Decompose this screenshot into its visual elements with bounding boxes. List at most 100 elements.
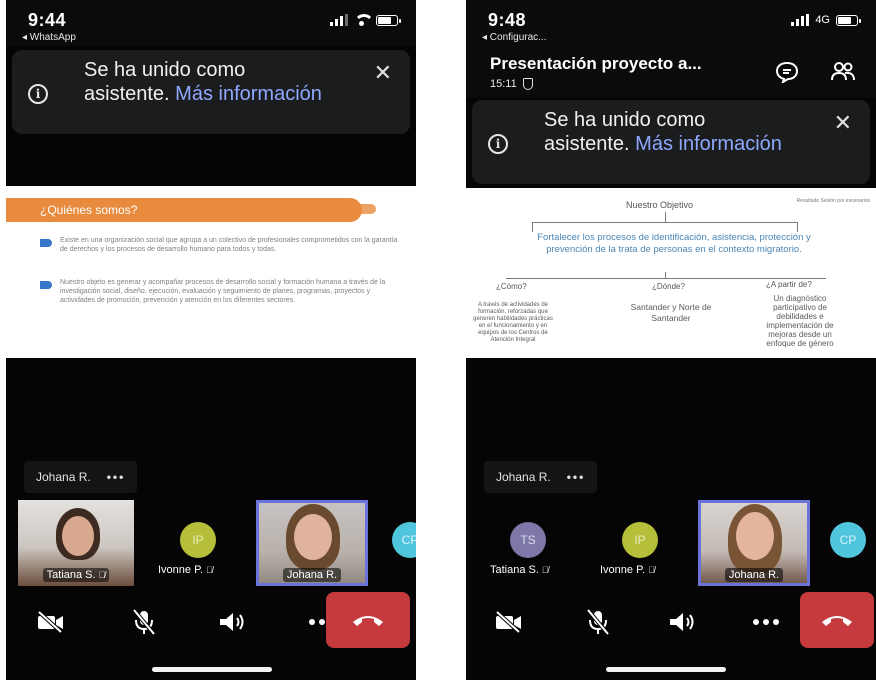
avatar-initials: IP xyxy=(192,533,204,547)
more-info-link[interactable]: Más información xyxy=(175,83,322,105)
participant-tile[interactable]: IP Ivonne P. 🎙̸ xyxy=(586,500,690,586)
attendee-notice: i Se ha unido como asistente. Más inform… xyxy=(12,50,410,134)
participant-tile[interactable]: TS Tatiana S. 🎙̸ xyxy=(476,500,580,586)
org-main-objective: Fortalecer los procesos de identificació… xyxy=(537,232,811,255)
mic-off-icon: 🎙̸ xyxy=(206,565,213,575)
mic-off-icon: 🎙̸ xyxy=(648,565,655,575)
signal-icon xyxy=(330,14,348,26)
org-answer: Santander y Norte de Santander xyxy=(630,302,712,323)
participant-name-text: Tatiana S. xyxy=(490,564,539,576)
bullet-text: Existe en una organización social que ag… xyxy=(60,237,398,253)
org-question: ¿Dónde? xyxy=(652,282,685,291)
phone-screen-right: 9:48 ◂ Configurac... 4G Presentación pro… xyxy=(466,0,876,680)
avatar: CP xyxy=(830,522,866,558)
meeting-title: Presentación proyecto a... xyxy=(490,54,702,73)
mic-off-icon[interactable] xyxy=(576,600,620,644)
back-to-app-link[interactable]: ◂ WhatsApp xyxy=(22,32,76,43)
meeting-timer: 15:11 xyxy=(490,78,533,90)
slide-bullet: Nuestro objeto es generar y acompañar pr… xyxy=(40,278,400,305)
participant-tile[interactable]: IP Ivonne P. 🎙̸ xyxy=(146,500,250,586)
attendee-notice: i Se ha unido como asistente. Más inform… xyxy=(472,100,870,184)
speaker-icon[interactable] xyxy=(210,600,254,644)
signal-icon xyxy=(791,14,810,26)
more-info-link[interactable]: Más información xyxy=(635,133,782,155)
org-answer: Un diagnóstico participativo de debilida… xyxy=(766,294,834,348)
org-connector xyxy=(532,222,533,232)
avatar: CP xyxy=(392,522,416,558)
status-icons xyxy=(330,14,401,26)
close-icon[interactable]: ✕ xyxy=(374,62,392,84)
hangup-icon xyxy=(353,616,383,626)
participant-tile[interactable]: Tatiana S. 🎙̸ xyxy=(18,500,134,586)
participant-name: Ivonne P. 🎙̸ xyxy=(600,564,655,576)
participant-name: Tatiana S. 🎙̸ xyxy=(18,568,134,582)
participant-name-text: Ivonne P. xyxy=(158,564,204,576)
close-icon[interactable]: ✕ xyxy=(834,112,852,134)
phone-screen-left: 9:44 ◂ WhatsApp i Se ha unido como asist… xyxy=(6,0,416,680)
participant-name-text: Tatiana S. xyxy=(46,569,96,581)
camera-off-icon[interactable] xyxy=(28,600,72,644)
status-bar: 9:44 ◂ WhatsApp xyxy=(6,0,416,46)
call-controls xyxy=(466,590,876,652)
status-bar: 9:48 ◂ Configurac... 4G xyxy=(466,0,876,46)
call-controls xyxy=(6,590,416,652)
chat-icon[interactable] xyxy=(774,60,800,84)
org-connector xyxy=(665,212,666,222)
pointer-icon xyxy=(40,281,52,289)
org-connector xyxy=(532,222,798,223)
avatar-initials: CP xyxy=(839,533,857,547)
notice-text: Se ha unido como asistente. Más informac… xyxy=(544,108,789,156)
org-question: ¿A partir de? xyxy=(766,280,812,289)
video-person-face xyxy=(62,516,94,556)
hangup-icon xyxy=(822,616,852,626)
participant-tile[interactable]: CP xyxy=(378,500,416,586)
avatar-initials: TS xyxy=(520,533,536,547)
home-indicator[interactable] xyxy=(152,667,272,672)
active-speaker-chip[interactable]: Johana R. ••• xyxy=(24,461,138,493)
participant-name: Ivonne P. 🎙̸ xyxy=(158,564,213,576)
speaker-name: Johana R. xyxy=(496,470,551,484)
participant-tile-active[interactable]: Johana R. xyxy=(256,500,368,586)
home-indicator[interactable] xyxy=(606,667,726,672)
battery-icon xyxy=(376,14,401,26)
avatar: IP xyxy=(622,522,658,558)
bullet-text: Nuestro objeto es generar y acompañar pr… xyxy=(60,279,386,304)
more-icon[interactable] xyxy=(744,600,788,644)
shared-slide: ¿Quiénes somos? Existe en una organizaci… xyxy=(6,186,416,358)
hangup-button[interactable] xyxy=(326,592,410,648)
active-speaker-border xyxy=(256,500,368,586)
participant-tile[interactable]: CP xyxy=(820,500,876,586)
mic-off-icon[interactable] xyxy=(122,600,166,644)
mic-off-icon: 🎙̸ xyxy=(541,565,549,575)
participant-name-text: Ivonne P. xyxy=(600,564,646,576)
mic-off-icon: 🎙̸ xyxy=(98,570,106,580)
people-icon[interactable] xyxy=(830,60,856,84)
notice-text: Se ha unido como asistente. Más informac… xyxy=(84,58,329,106)
participant-name: Tatiana S. 🎙̸ xyxy=(490,564,549,576)
network-label: 4G xyxy=(815,14,830,26)
speaker-icon[interactable] xyxy=(660,600,704,644)
slide-bullet: Existe en una organización social que ag… xyxy=(40,236,400,254)
hangup-button[interactable] xyxy=(800,592,874,648)
org-answer: A través de actividades de formación, re… xyxy=(473,302,553,343)
status-time: 9:48 xyxy=(488,10,527,30)
status-time: 9:44 xyxy=(28,10,67,30)
avatar-initials: CP xyxy=(401,533,416,547)
participant-strip: TS Tatiana S. 🎙̸ IP Ivonne P. 🎙̸ Johana R.… xyxy=(466,500,876,586)
more-icon[interactable]: ••• xyxy=(107,470,126,484)
org-top-label: Nuestro Objetivo xyxy=(626,200,694,210)
back-to-app-link[interactable]: ◂ Configurac... xyxy=(482,32,547,43)
active-speaker-chip[interactable]: Johana R. ••• xyxy=(484,461,598,493)
participant-tile-active[interactable]: Johana R. xyxy=(698,500,810,586)
avatar: IP xyxy=(180,522,216,558)
camera-off-icon[interactable] xyxy=(486,600,530,644)
avatar-initials: IP xyxy=(634,533,646,547)
avatar: TS xyxy=(510,522,546,558)
meeting-header: Presentación proyecto a... 15:11 xyxy=(466,46,876,98)
org-connector xyxy=(506,278,826,279)
shared-slide: Nuestro Objetivo Resultado Sesión por es… xyxy=(466,188,876,358)
wifi-icon xyxy=(354,14,374,26)
pointer-icon xyxy=(40,239,52,247)
participant-strip: Tatiana S. 🎙̸ IP Ivonne P. 🎙̸ Johana R. CP xyxy=(6,500,416,586)
more-icon[interactable]: ••• xyxy=(567,470,586,484)
